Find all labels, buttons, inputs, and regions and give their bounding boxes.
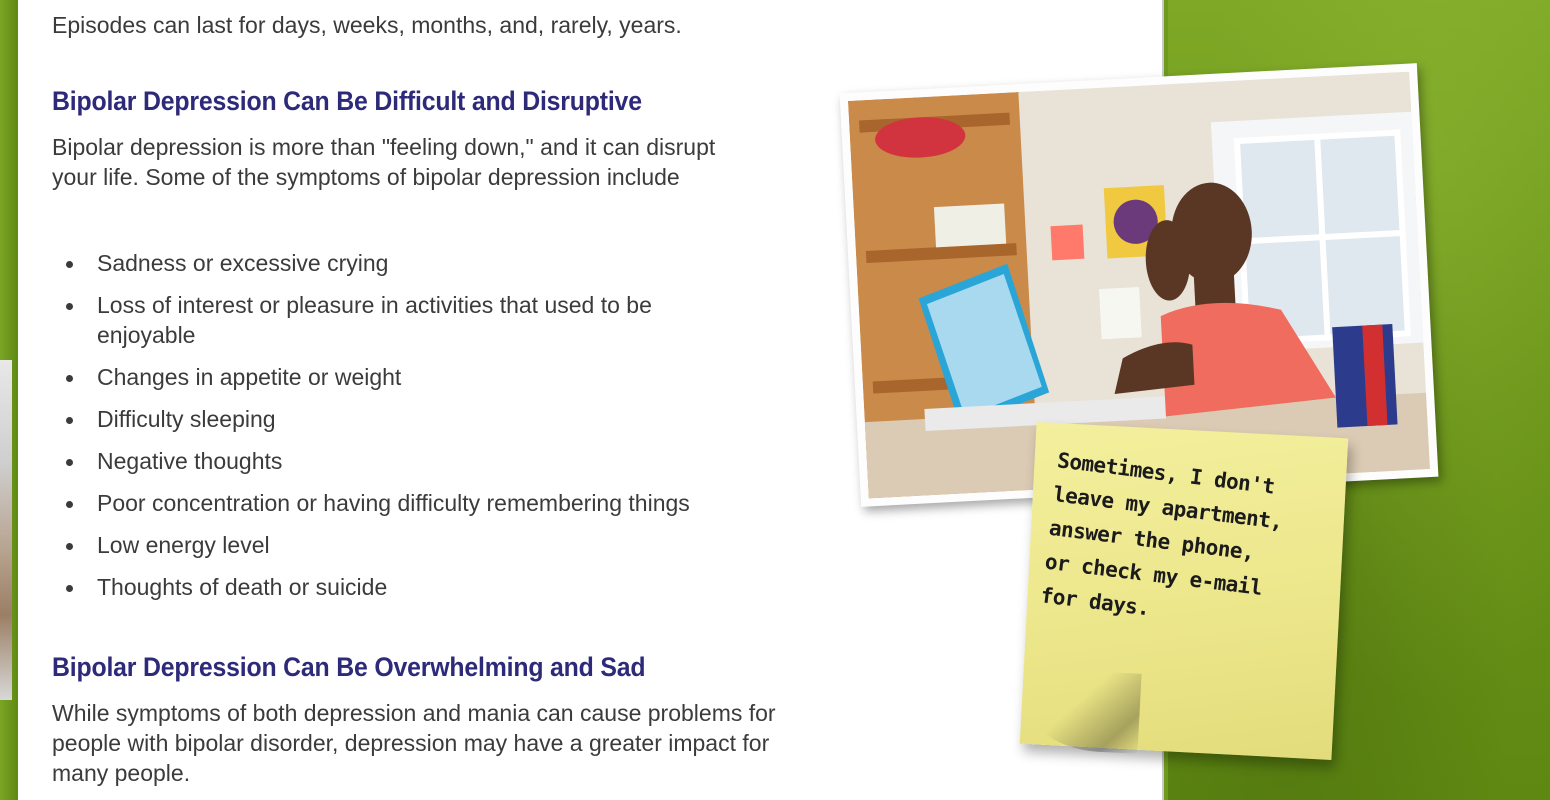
symptom-list: Sadness or excessive crying Loss of inte… [52,248,857,614]
list-item: Changes in appetite or weight [66,362,857,392]
sticky-note-curl [1017,667,1142,754]
list-item: Sadness or excessive crying [66,248,857,278]
section-heading-overwhelming-sad: Bipolar Depression Can Be Overwhelming a… [52,652,646,682]
section1-paragraph: Bipolar depression is more than "feeling… [52,134,716,190]
intro-line: Episodes can last for days, weeks, month… [52,12,682,38]
left-edge-photo-fragment [0,360,12,700]
section-heading-difficult-disruptive: Bipolar Depression Can Be Difficult and … [52,86,642,116]
list-item: Difficulty sleeping [66,404,857,434]
list-item: Low energy level [66,530,857,560]
list-item: Loss of interest or pleasure in activiti… [66,290,737,350]
sticky-note-quote: Sometimes, I don't leave my apartment, a… [1039,448,1284,621]
list-item: Negative thoughts [66,446,857,476]
section2-paragraph: While symptoms of both depression and ma… [52,700,776,786]
list-item: Thoughts of death or suicide [66,572,857,602]
sticky-note: Sometimes, I don't leave my apartment, a… [1017,422,1349,760]
list-item: Poor concentration or having difficulty … [66,488,857,518]
